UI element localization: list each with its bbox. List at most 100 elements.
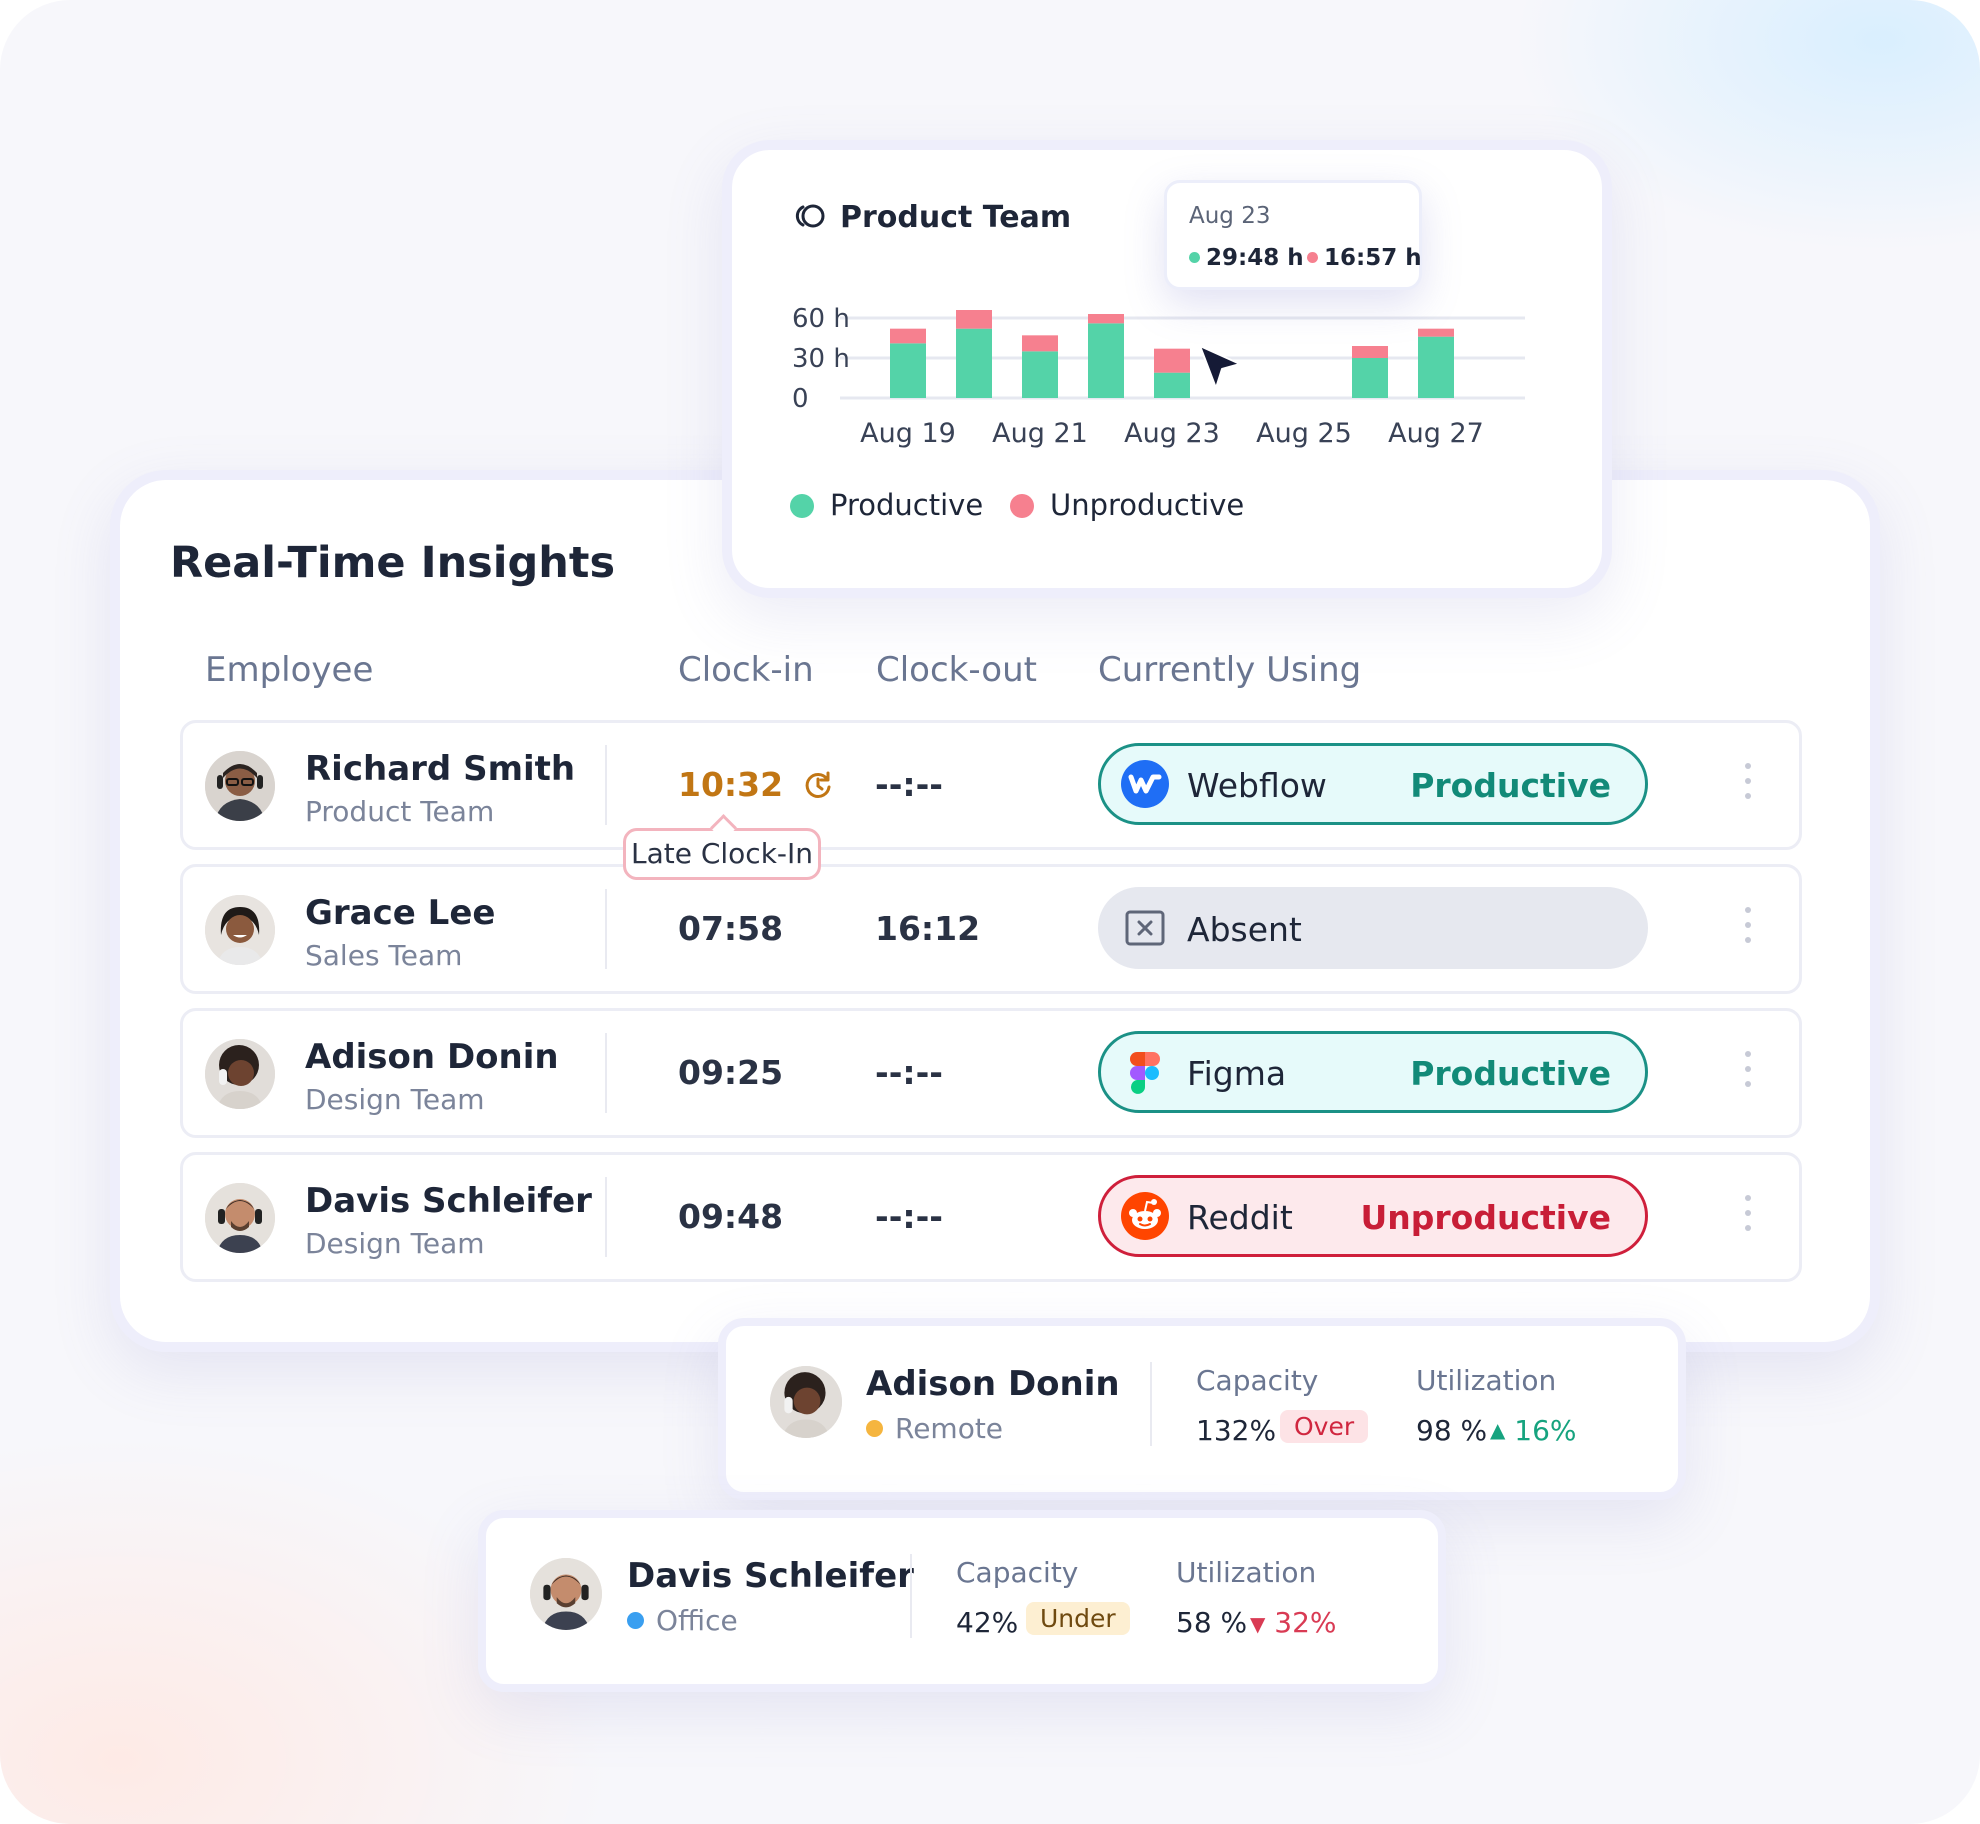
utilization-trend: ▲ 16% <box>1490 1414 1577 1447</box>
current-app-pill[interactable]: Figma Productive <box>1098 1031 1648 1113</box>
more-options-icon[interactable] <box>1745 763 1753 809</box>
divider <box>1150 1362 1152 1446</box>
legend-unproductive: Unproductive <box>1010 488 1244 522</box>
legend-label: Productive <box>830 488 984 522</box>
employee-team: Design Team <box>305 1227 485 1260</box>
clock-in-time: 09:48 <box>678 1197 784 1236</box>
table-row[interactable]: Grace Lee Sales Team 07:58 16:12 Absent <box>180 864 1802 994</box>
utilization-label: Utilization <box>1416 1364 1557 1397</box>
app-status: Productive <box>1410 766 1611 805</box>
employee-capacity-card[interactable] <box>478 1510 1446 1692</box>
table-row[interactable]: Richard Smith Product Team 10:32 --:-- W… <box>180 720 1802 850</box>
divider <box>605 1177 607 1257</box>
figma-icon <box>1130 1052 1160 1094</box>
legend-productive: Productive <box>790 488 983 522</box>
more-options-icon[interactable] <box>1745 907 1753 953</box>
unproductive-dot-icon <box>1307 252 1318 263</box>
clock-in-value: 10:32 <box>678 765 784 804</box>
current-app-pill[interactable]: Reddit Unproductive <box>1098 1175 1648 1257</box>
utilization-value: 58 % <box>1176 1606 1248 1639</box>
app-status: Unproductive <box>1360 1198 1611 1237</box>
bar-unproductive <box>1352 346 1388 358</box>
tooltip-date: Aug 23 <box>1189 203 1271 229</box>
current-app-pill[interactable]: Webflow Productive <box>1098 743 1648 825</box>
employee-team: Product Team <box>305 795 495 828</box>
bar-unproductive <box>890 328 926 344</box>
bar-productive <box>956 328 992 398</box>
x-tick-label: Aug 27 <box>1388 418 1484 449</box>
location-label: Remote <box>895 1412 1004 1445</box>
divider <box>605 1033 607 1113</box>
remote-status-icon <box>866 1420 883 1437</box>
table-row[interactable]: Davis Schleifer Design Team 09:48 --:-- … <box>180 1152 1802 1282</box>
capacity-label: Capacity <box>956 1556 1079 1589</box>
clock-out-time: --:-- <box>875 765 943 804</box>
column-header-clock-in: Clock-in <box>678 650 814 690</box>
clock-in-time: 07:58 <box>678 909 784 948</box>
bar-productive <box>890 343 926 398</box>
app-name: Reddit <box>1187 1198 1293 1237</box>
bar-unproductive <box>1088 314 1124 324</box>
divider <box>605 889 607 969</box>
bar-productive <box>1022 351 1058 398</box>
utilization-trend: ▼ 32% <box>1250 1606 1337 1639</box>
clock-in-time: 10:32 <box>678 765 833 804</box>
bar-unproductive <box>1154 348 1190 373</box>
divider <box>910 1554 912 1638</box>
loop-icon <box>795 204 825 228</box>
table-row[interactable]: Adison Donin Design Team 09:25 --:-- Fig… <box>180 1008 1802 1138</box>
avatar <box>530 1558 602 1630</box>
y-tick-label: 0 <box>792 384 809 414</box>
capacity-value: 42% <box>956 1606 1019 1639</box>
app-name: Figma <box>1187 1054 1287 1093</box>
avatar <box>205 1039 275 1109</box>
capacity-badge: Under <box>1026 1602 1130 1635</box>
employee-capacity-card[interactable] <box>718 1318 1686 1500</box>
tooltip-productive: 29:48 h <box>1189 245 1304 271</box>
utilization-value: 98 % <box>1416 1414 1488 1447</box>
productive-dot-icon <box>1189 252 1200 263</box>
clock-in-time: 09:25 <box>678 1053 784 1092</box>
x-tick-label: Aug 21 <box>992 418 1088 449</box>
tooltip-unproductive: 16:57 h <box>1307 245 1422 271</box>
absent-pill[interactable]: Absent <box>1098 887 1648 969</box>
more-options-icon[interactable] <box>1745 1195 1753 1241</box>
avatar <box>205 1183 275 1253</box>
employee-name: Richard Smith <box>305 749 576 789</box>
bar-productive <box>1352 358 1388 398</box>
bar-unproductive <box>956 310 992 329</box>
employee-team: Sales Team <box>305 939 463 972</box>
tooltip-unproductive-value: 16:57 h <box>1324 245 1422 271</box>
productive-dot-icon <box>790 494 814 518</box>
bar-productive <box>1154 372 1190 398</box>
x-tick-label: Aug 23 <box>1124 418 1220 449</box>
employee-name: Adison Donin <box>866 1364 1120 1404</box>
column-header-clock-out: Clock-out <box>876 650 1037 690</box>
productivity-bar-chart: 60 h 30 h 0 Aug 19 Aug 21 Aug 23 Aug 25 Aug 27 <box>792 304 1525 449</box>
reddit-icon <box>1121 1192 1169 1240</box>
x-tick-label: Aug 25 <box>1256 418 1352 449</box>
avatar <box>205 895 275 965</box>
employee-team: Design Team <box>305 1083 485 1116</box>
absent-icon <box>1125 910 1165 946</box>
location-label: Office <box>656 1604 738 1637</box>
y-tick-label: 30 h <box>792 344 850 374</box>
employee-location: Office <box>627 1604 738 1637</box>
late-clock-icon <box>805 771 831 798</box>
unproductive-dot-icon <box>1010 494 1034 518</box>
avatar <box>770 1366 842 1438</box>
more-options-icon[interactable] <box>1745 1051 1753 1097</box>
employee-location: Remote <box>866 1412 1003 1445</box>
bar-unproductive <box>1418 328 1454 337</box>
capacity-value: 132% <box>1196 1414 1277 1447</box>
trend-down-icon: ▼ <box>1250 1612 1266 1636</box>
webflow-icon <box>1121 760 1169 808</box>
employee-name: Davis Schleifer <box>305 1181 592 1221</box>
bar-unproductive <box>1022 335 1058 352</box>
capacity-label: Capacity <box>1196 1364 1319 1397</box>
chart-tooltip: Aug 23 29:48 h 16:57 h <box>1164 180 1422 290</box>
app-name: Webflow <box>1187 766 1327 805</box>
bar-productive <box>1088 323 1124 398</box>
avatar <box>205 751 275 821</box>
capacity-badge: Over <box>1280 1410 1369 1443</box>
